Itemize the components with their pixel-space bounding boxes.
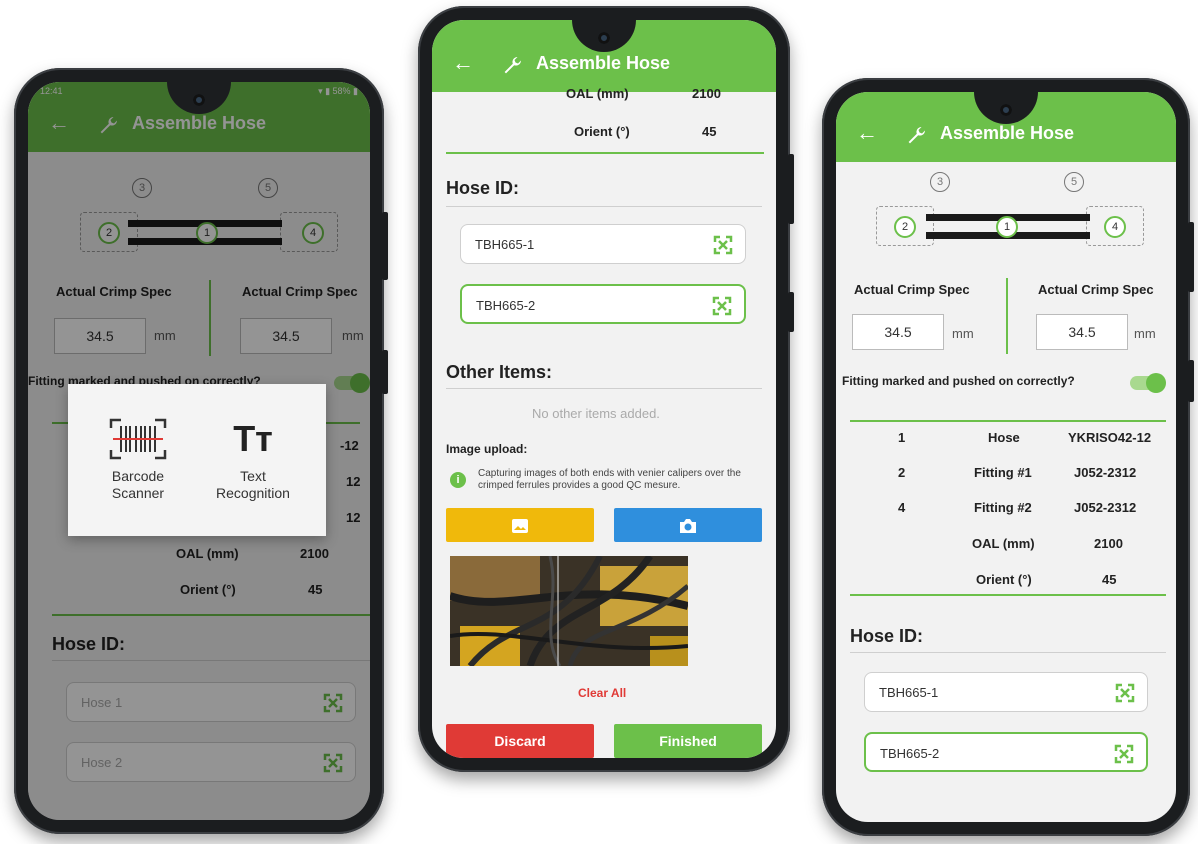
phone-right: ← Assemble Hose 3 5 2 1 4 Actual Crimp S… [822, 78, 1194, 836]
hose-id-value: TBH665-2 [476, 298, 536, 313]
side-button [788, 292, 794, 332]
other-items-empty: No other items added. [532, 406, 660, 421]
fitting-check-label: Fitting marked and pushed on correctly? [842, 374, 1075, 388]
camera-dot [1000, 104, 1012, 116]
measure-name: Orient (°) [574, 124, 630, 139]
gallery-button[interactable] [446, 508, 594, 542]
crimp-input-right[interactable]: 34.5 [1036, 314, 1128, 350]
back-button[interactable]: ← [856, 120, 878, 146]
text-recognition-icon: Tт [233, 418, 273, 459]
text-recognition-option[interactable]: Tт Text Recognition [198, 416, 308, 502]
image-upload-label: Image upload: [446, 442, 528, 456]
component-num: 1 [898, 430, 906, 445]
hydraulic-hoses-photo [450, 556, 688, 666]
hose-id-input[interactable]: TBH665-1 [864, 672, 1148, 712]
wrench-icon [504, 56, 522, 74]
heading-underline [446, 206, 762, 207]
unit-label: mm [1134, 326, 1156, 341]
hose-id-input-active[interactable]: TBH665-2 [864, 732, 1148, 772]
barcode-icon [109, 418, 167, 460]
hose-id-input-active[interactable]: TBH665-2 [460, 284, 746, 324]
screen-middle: ← Assemble Hose OAL (mm) 2100 Orient (°)… [432, 20, 776, 758]
camera-dot [598, 32, 610, 44]
component-code: YKRISO42-12 [1068, 430, 1152, 445]
component-name: Fitting #1 [974, 465, 1032, 480]
phone-middle: ← Assemble Hose OAL (mm) 2100 Orient (°)… [418, 6, 794, 772]
crimp-spec-label-right: Actual Crimp Spec [1038, 282, 1154, 297]
text-recognition-label: Text Recognition [216, 468, 290, 501]
side-button [382, 212, 388, 280]
scanner-dialog: Barcode Scanner Tт Text Recognition [68, 384, 326, 536]
finished-button[interactable]: Finished [614, 724, 762, 758]
camera-dot [193, 94, 205, 106]
hose-id-input[interactable]: TBH665-1 [460, 224, 746, 264]
scan-icon[interactable] [712, 296, 732, 316]
scan-icon[interactable] [1115, 683, 1135, 703]
wrench-icon [908, 126, 926, 144]
image-icon [512, 519, 528, 534]
hose-id-heading: Hose ID: [446, 178, 520, 198]
camera-icon [680, 519, 696, 534]
unit-label: mm [952, 326, 974, 341]
fitting-marker[interactable]: 4 [1104, 216, 1126, 238]
hose-id-value: TBH665-1 [475, 237, 535, 252]
position-label: 3 [930, 172, 950, 192]
hose-diagram: 3 5 2 1 4 [836, 172, 1176, 272]
measure-value: 2100 [1094, 536, 1123, 551]
hose-marker[interactable]: 1 [996, 216, 1018, 238]
side-button [788, 154, 794, 224]
component-num: 2 [898, 465, 906, 480]
measure-value: 45 [702, 124, 717, 139]
measure-name: OAL (mm) [972, 536, 1035, 551]
component-name: Hose [988, 430, 1020, 445]
table-bottom-divider [850, 594, 1166, 596]
heading-underline [850, 652, 1166, 653]
side-button [1188, 360, 1194, 402]
measure-value: 2100 [692, 86, 721, 101]
fitting-check-toggle[interactable] [1130, 373, 1166, 393]
side-button [382, 350, 388, 394]
measure-name: Orient (°) [976, 572, 1032, 587]
measure-name: OAL (mm) [566, 86, 629, 101]
crimp-spec-label-left: Actual Crimp Spec [854, 282, 970, 297]
table-top-divider [850, 420, 1166, 422]
scan-icon[interactable] [1114, 744, 1134, 764]
barcode-scanner-label: Barcode Scanner [111, 468, 165, 501]
image-upload-note: Capturing images of both ends with venie… [478, 468, 741, 491]
screen-right: ← Assemble Hose 3 5 2 1 4 Actual Crimp S… [836, 92, 1176, 822]
position-label: 5 [1064, 172, 1084, 192]
component-code: J052-2312 [1074, 500, 1137, 515]
heading-underline [446, 388, 762, 389]
component-name: Fitting #2 [974, 500, 1032, 515]
info-icon: i [450, 472, 466, 488]
barcode-scanner-option[interactable]: Barcode Scanner [88, 416, 188, 502]
fitting-marker[interactable]: 2 [894, 216, 916, 238]
uploaded-photo[interactable] [450, 556, 688, 666]
side-button [1188, 222, 1194, 292]
toggle-knob [1146, 373, 1166, 393]
clear-all-button[interactable]: Clear All [578, 686, 626, 700]
back-button[interactable]: ← [452, 50, 474, 76]
scan-icon[interactable] [713, 235, 733, 255]
measure-value: 45 [1102, 572, 1117, 587]
camera-button[interactable] [614, 508, 762, 542]
divider [1006, 278, 1008, 354]
component-code: J052-2312 [1074, 465, 1137, 480]
crimp-input-left[interactable]: 34.5 [852, 314, 944, 350]
table-bottom-divider [446, 152, 764, 154]
other-items-heading: Other Items: [446, 362, 553, 382]
discard-button[interactable]: Discard [446, 724, 594, 758]
hose-id-value: TBH665-1 [879, 685, 939, 700]
page-title: Assemble Hose [536, 53, 671, 73]
hose-id-heading: Hose ID: [850, 626, 924, 646]
hose-id-value: TBH665-2 [880, 746, 940, 761]
page-title: Assemble Hose [940, 123, 1075, 143]
component-num: 4 [898, 500, 906, 515]
